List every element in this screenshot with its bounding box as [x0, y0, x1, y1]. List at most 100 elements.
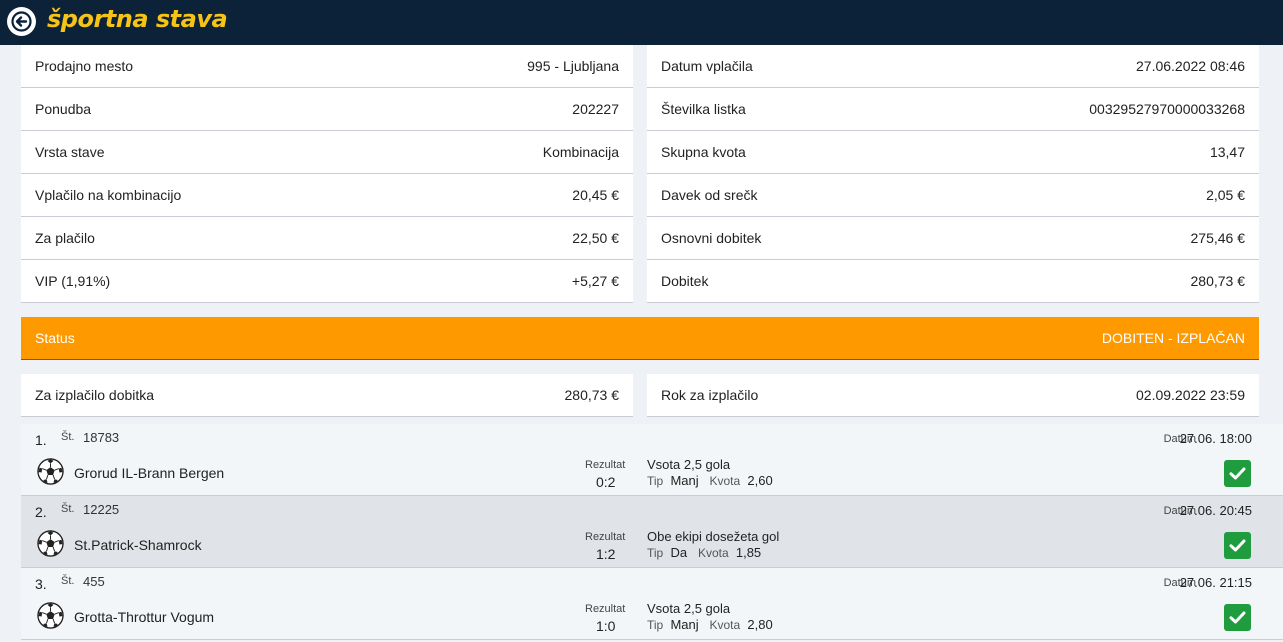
- odds-label: Kvota: [709, 618, 741, 632]
- tip-label: Tip: [647, 546, 664, 560]
- tip-value: Da: [670, 545, 688, 560]
- bet-number: 1.: [35, 432, 47, 448]
- checkmark-icon: [1229, 539, 1246, 552]
- info-row-offer: Ponudba 202227: [21, 88, 633, 131]
- info-label: Ponudba: [35, 101, 92, 117]
- back-button[interactable]: [7, 7, 36, 36]
- bet-row: 2. Št. 12225 Datum 27.06. 20:45 St.Patri…: [21, 496, 1283, 568]
- app-header: športna stava: [0, 0, 1283, 45]
- bet-row: 1. Št. 18783 Datum 27.06. 18:00 Grorud I…: [21, 424, 1283, 496]
- bet-row: 3. Št. 455 Datum 27.06. 21:15 Grotta-Thr…: [21, 568, 1283, 640]
- ticket-info-left: Prodajno mesto 995 - Ljubljana Ponudba 202…: [21, 45, 633, 303]
- bet-won-button[interactable]: [1224, 460, 1251, 487]
- payout-left: Za izplačilo dobitka 280,73 €: [21, 374, 633, 417]
- tip-label: Tip: [647, 474, 664, 488]
- checkmark-icon: [1229, 467, 1246, 480]
- payout-right: Rok za izplačilo 02.09.2022 23:59: [647, 374, 1259, 417]
- info-label: Vplačilo na kombinacijo: [35, 187, 182, 203]
- back-arrow-icon: [11, 11, 32, 32]
- info-label: Dobitek: [661, 273, 709, 289]
- info-label: Številka listka: [661, 101, 746, 117]
- event-number: 12225: [83, 502, 120, 517]
- event-number-label: Št.: [61, 503, 75, 515]
- result-label: Rezultat: [585, 531, 626, 543]
- event-date: 27.06. 20:45: [1179, 503, 1252, 518]
- result-value: 1:0: [596, 618, 616, 634]
- info-row-vip: VIP (1,91%) +5,27 €: [21, 260, 633, 303]
- odds-value: 2,60: [747, 473, 773, 488]
- info-row-sales-point: Prodajno mesto 995 - Ljubljana: [21, 45, 633, 88]
- soccer-ball-icon: [37, 458, 64, 485]
- info-label: VIP (1,91%): [35, 273, 111, 289]
- info-label: Vrsta stave: [35, 144, 105, 160]
- info-row-payout-amount: Za izplačilo dobitka 280,73 €: [21, 374, 633, 417]
- info-row-to-pay: Za plačilo 22,50 €: [21, 217, 633, 260]
- tip-value: Manj: [670, 617, 699, 632]
- bet-won-button[interactable]: [1224, 604, 1251, 631]
- tip-line: Tip Da Kvota 1,85: [647, 545, 761, 560]
- bet-number: 3.: [35, 576, 47, 592]
- info-row-base-winnings: Osnovni dobitek 275,46 €: [647, 217, 1259, 260]
- info-label: Za plačilo: [35, 230, 95, 246]
- checkmark-icon: [1229, 611, 1246, 624]
- odds-value: 1,85: [735, 545, 762, 560]
- odds-label: Kvota: [697, 546, 729, 560]
- event-number-label: Št.: [61, 575, 75, 587]
- info-label: Za izplačilo dobitka: [35, 387, 155, 403]
- info-value: 275,46 €: [1190, 230, 1246, 246]
- info-value: +5,27 €: [571, 273, 619, 289]
- info-value: 27.06.2022 08:46: [1136, 58, 1245, 74]
- info-row-payment-date: Datum vplačila 27.06.2022 08:46: [647, 45, 1259, 88]
- info-value: 280,73 €: [1190, 273, 1246, 289]
- info-value: 20,45 €: [572, 187, 619, 203]
- info-label: Osnovni dobitek: [661, 230, 762, 246]
- info-value: 995 - Ljubljana: [527, 58, 619, 74]
- result-value: 0:2: [596, 474, 616, 490]
- bet-won-button[interactable]: [1224, 532, 1251, 559]
- event-number: 455: [83, 574, 105, 589]
- info-row-winnings: Dobitek 280,73 €: [647, 260, 1259, 303]
- result-label: Rezultat: [585, 459, 626, 471]
- info-value: 13,47: [1209, 144, 1245, 160]
- event-number-label: Št.: [61, 431, 75, 443]
- status-label: Status: [35, 330, 75, 346]
- app-title: športna stava: [47, 5, 228, 33]
- status-value: DOBITEN - IZPLAČAN: [1101, 330, 1245, 346]
- tip-line: Tip Manj Kvota 2,60: [647, 473, 773, 488]
- market-name: Vsota 2,5 gola: [647, 457, 731, 472]
- market-name: Vsota 2,5 gola: [647, 601, 731, 616]
- event-number: 18783: [83, 430, 120, 445]
- info-label: Davek od srečk: [661, 187, 758, 203]
- info-row-bet-type: Vrsta stave Kombinacija: [21, 131, 633, 174]
- tip-label: Tip: [647, 618, 664, 632]
- tip-value: Manj: [670, 473, 699, 488]
- info-value: 2,05 €: [1206, 187, 1245, 203]
- info-row-lottery-tax: Davek od srečk 2,05 €: [647, 174, 1259, 217]
- match-name: Grotta-Throttur Vogum: [74, 609, 215, 625]
- soccer-ball-icon: [37, 530, 64, 557]
- odds-value: 2,80: [747, 617, 773, 632]
- info-label: Rok za izplačilo: [661, 387, 759, 403]
- result-value: 1:2: [596, 546, 616, 562]
- info-row-ticket-number: Številka listka 00329527970000033268: [647, 88, 1259, 131]
- info-row-stake-per-combination: Vplačilo na kombinacijo 20,45 €: [21, 174, 633, 217]
- match-name: Grorud IL-Brann Bergen: [74, 465, 225, 481]
- info-value: Kombinacija: [542, 144, 619, 160]
- tip-line: Tip Manj Kvota 2,80: [647, 617, 773, 632]
- info-row-total-odds: Skupna kvota 13,47: [647, 131, 1259, 174]
- info-value: 02.09.2022 23:59: [1136, 387, 1245, 403]
- info-label: Skupna kvota: [661, 144, 746, 160]
- info-value: 202227: [572, 101, 619, 117]
- market-name: Obe ekipi dosežeta gol: [647, 529, 780, 544]
- info-value: 22,50 €: [572, 230, 619, 246]
- bet-number: 2.: [35, 504, 47, 520]
- info-label: Datum vplačila: [661, 58, 753, 74]
- info-value: 00329527970000033268: [1089, 101, 1245, 117]
- soccer-ball-icon: [37, 602, 64, 629]
- result-label: Rezultat: [585, 603, 626, 615]
- status-bar: Status DOBITEN - IZPLAČAN: [21, 317, 1259, 360]
- event-date: 27.06. 21:15: [1179, 575, 1252, 590]
- ticket-info-right: Datum vplačila 27.06.2022 08:46 Številka …: [647, 45, 1259, 303]
- odds-label: Kvota: [709, 474, 741, 488]
- info-label: Prodajno mesto: [35, 58, 134, 74]
